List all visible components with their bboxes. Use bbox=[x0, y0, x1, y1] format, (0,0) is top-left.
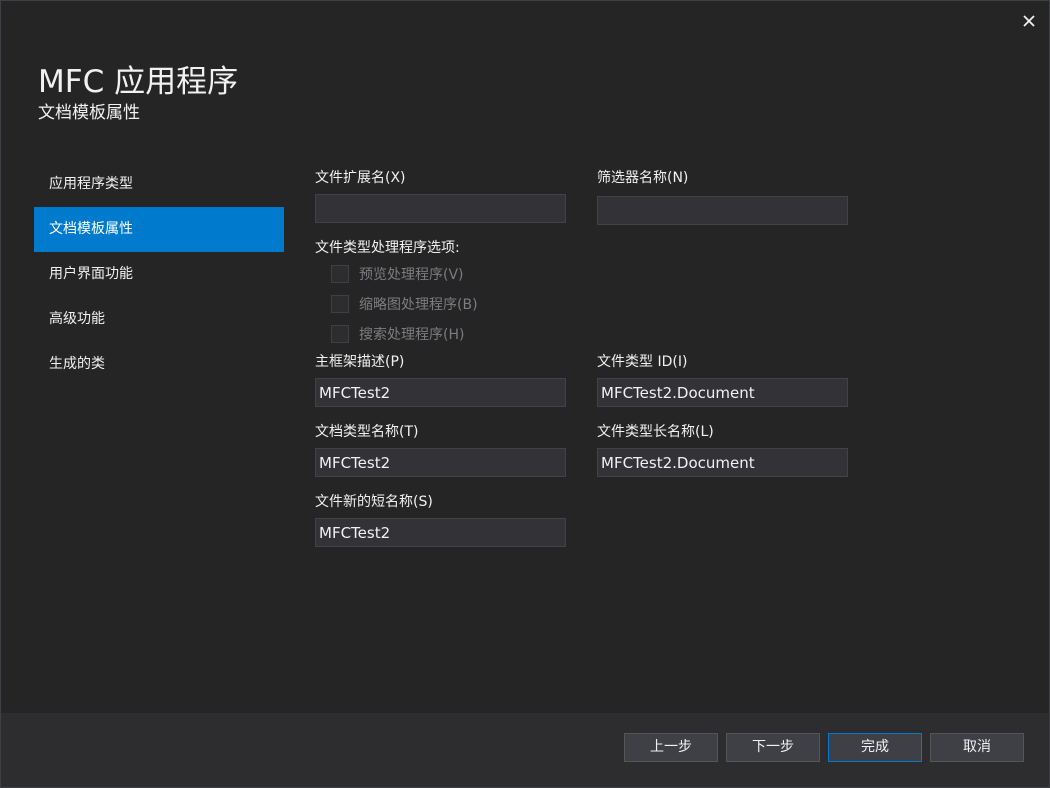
preview-handler-label: 预览处理程序(V) bbox=[359, 267, 464, 283]
handler-options-label: 文件类型处理程序选项: bbox=[315, 240, 460, 256]
doc-type-name-input[interactable] bbox=[315, 448, 566, 477]
file-new-short-name-input[interactable] bbox=[315, 518, 566, 547]
filter-name-label: 筛选器名称(N) bbox=[597, 170, 689, 186]
preview-handler-checkbox[interactable] bbox=[331, 265, 349, 283]
page-subtitle: 文档模板属性 bbox=[38, 103, 140, 123]
thumbnail-handler-option: 缩略图处理程序(B) bbox=[331, 293, 478, 315]
previous-button[interactable]: 上一步 bbox=[624, 733, 718, 762]
close-icon bbox=[1023, 15, 1035, 27]
file-extension-input[interactable] bbox=[315, 194, 566, 223]
main-frame-caption-label: 主框架描述(P) bbox=[315, 354, 405, 370]
sidebar-item-generated-classes[interactable]: 生成的类 bbox=[34, 342, 284, 387]
page-title: MFC 应用程序 bbox=[38, 64, 239, 100]
close-button[interactable] bbox=[1019, 11, 1039, 31]
dialog-window: MFC 应用程序 文档模板属性 应用程序类型 文档模板属性 用户界面功能 高级功… bbox=[0, 0, 1050, 788]
thumbnail-handler-label: 缩略图处理程序(B) bbox=[359, 297, 478, 313]
cancel-button[interactable]: 取消 bbox=[930, 733, 1024, 762]
preview-handler-option: 预览处理程序(V) bbox=[331, 263, 464, 285]
dialog-footer: 上一步 下一步 完成 取消 bbox=[1, 713, 1049, 787]
doc-type-name-label: 文档类型名称(T) bbox=[315, 424, 419, 440]
next-button[interactable]: 下一步 bbox=[726, 733, 820, 762]
sidebar-item-ui-features[interactable]: 用户界面功能 bbox=[34, 252, 284, 297]
file-type-id-label: 文件类型 ID(I) bbox=[597, 354, 688, 370]
file-new-short-name-label: 文件新的短名称(S) bbox=[315, 494, 433, 510]
sidebar-nav: 应用程序类型 文档模板属性 用户界面功能 高级功能 生成的类 bbox=[34, 162, 284, 387]
sidebar-item-document-template[interactable]: 文档模板属性 bbox=[34, 207, 284, 252]
search-handler-label: 搜索处理程序(H) bbox=[359, 327, 465, 343]
file-extension-label: 文件扩展名(X) bbox=[315, 170, 406, 186]
search-handler-checkbox[interactable] bbox=[331, 325, 349, 343]
search-handler-option: 搜索处理程序(H) bbox=[331, 323, 464, 345]
file-type-long-name-input[interactable] bbox=[597, 448, 848, 477]
main-frame-caption-input[interactable] bbox=[315, 378, 566, 407]
thumbnail-handler-checkbox[interactable] bbox=[331, 295, 349, 313]
sidebar-item-application-type[interactable]: 应用程序类型 bbox=[34, 162, 284, 207]
sidebar-item-advanced-features[interactable]: 高级功能 bbox=[34, 297, 284, 342]
file-type-id-input[interactable] bbox=[597, 378, 848, 407]
filter-name-input[interactable] bbox=[597, 196, 848, 225]
file-type-long-name-label: 文件类型长名称(L) bbox=[597, 424, 714, 440]
finish-button[interactable]: 完成 bbox=[828, 733, 922, 762]
